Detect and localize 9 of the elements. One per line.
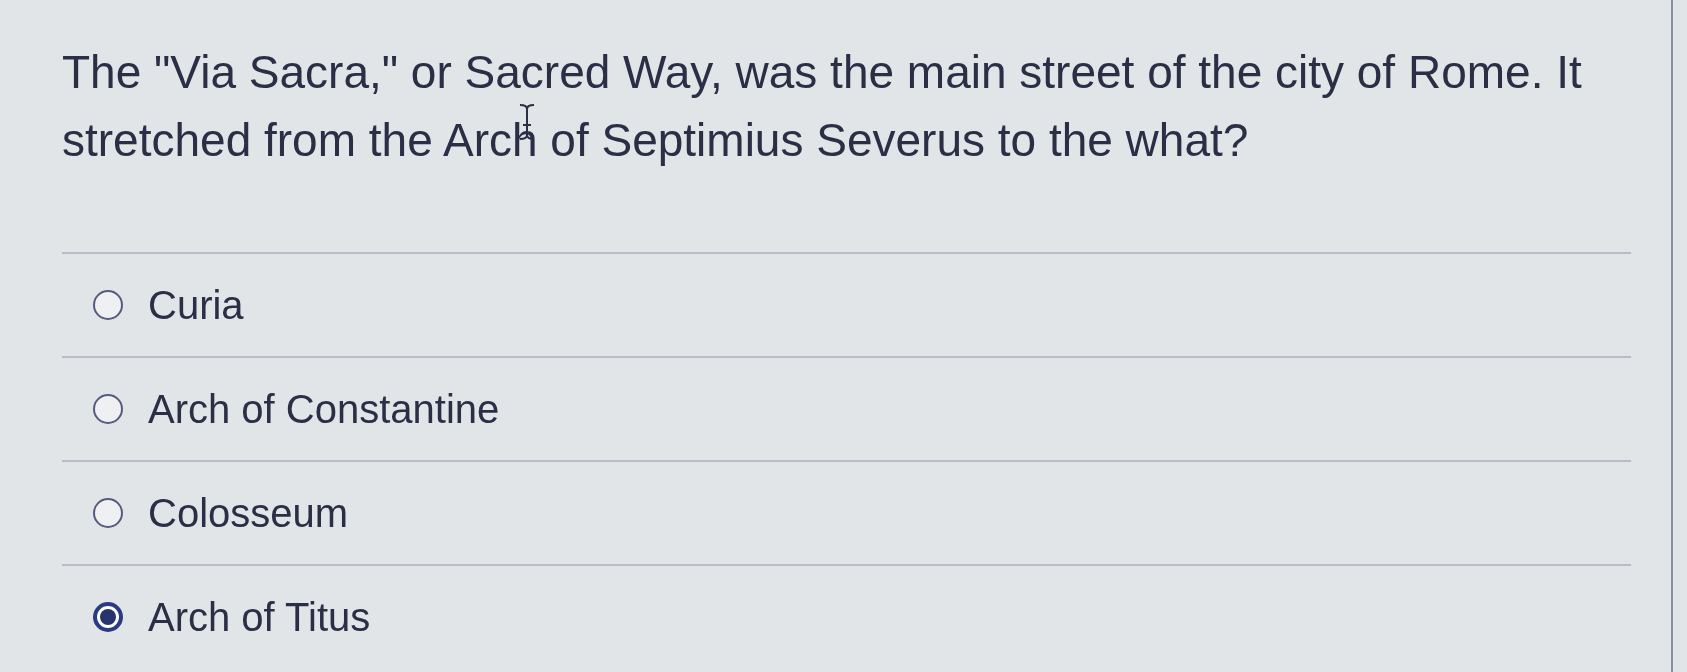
radio-button[interactable] — [93, 394, 123, 424]
option-label[interactable]: Arch of Constantine — [148, 379, 500, 439]
question-text: The "Via Sacra," or Sacred Way, was the main street of the city of Rome. It stretched from the Arch of Septimius Severus to the what? — [62, 45, 1583, 168]
option-label[interactable]: Curia — [148, 275, 244, 335]
radio-button[interactable] — [93, 498, 123, 528]
radio-button[interactable] — [93, 290, 123, 320]
option-label[interactable]: Arch of Titus — [148, 587, 371, 647]
option-label[interactable]: Colosseum — [148, 483, 349, 543]
radio-button[interactable] — [93, 602, 123, 632]
